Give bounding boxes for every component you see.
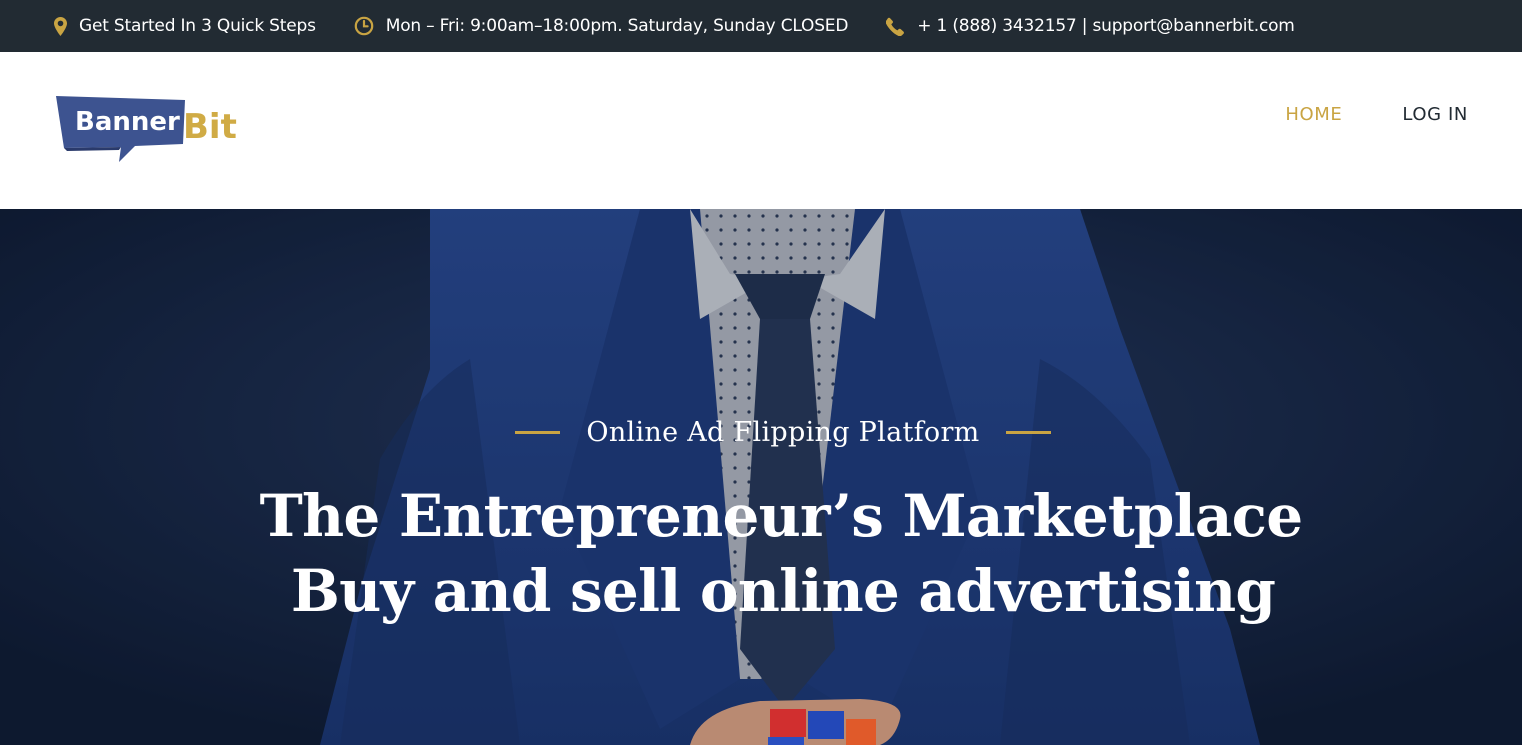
hours-info: Mon – Fri: 9:00am–18:00pm. Saturday, Sun… — [354, 16, 849, 36]
hero-eyebrow-text: Online Ad Flipping Platform — [586, 417, 980, 448]
nav-home-link[interactable]: HOME — [1285, 104, 1342, 125]
hero-headline-line-2: Buy and sell online advertising — [290, 557, 1276, 625]
map-pin-icon — [54, 16, 67, 36]
bannerbit-logo[interactable]: Banner Bit — [55, 96, 240, 164]
hero-section: Online Ad Flipping Platform The Entrepre… — [0, 209, 1522, 745]
top-info-bar: Get Started In 3 Quick Steps Mon – Fri: … — [0, 0, 1522, 52]
eyebrow-rule-left — [515, 431, 561, 434]
logo-word-bit: Bit — [183, 107, 237, 147]
contact-info[interactable]: + 1 (888) 3432157 | support@bannerbit.co… — [886, 16, 1295, 36]
clock-icon — [354, 16, 374, 36]
phone-icon — [886, 17, 905, 36]
logo-word-banner: Banner — [75, 107, 180, 137]
quick-steps-info[interactable]: Get Started In 3 Quick Steps — [54, 16, 316, 36]
hours-text: Mon – Fri: 9:00am–18:00pm. Saturday, Sun… — [385, 16, 849, 36]
hero-eyebrow: Online Ad Flipping Platform — [0, 417, 1522, 448]
quick-steps-text: Get Started In 3 Quick Steps — [79, 16, 316, 36]
main-nav: HOME LOG IN — [1225, 104, 1468, 125]
hero-background-image — [0, 209, 1522, 745]
nav-login-link[interactable]: LOG IN — [1402, 104, 1468, 125]
eyebrow-rule-right — [1005, 431, 1051, 434]
site-header: Banner Bit HOME LOG IN — [0, 52, 1522, 209]
contact-text: + 1 (888) 3432157 | support@bannerbit.co… — [917, 16, 1295, 36]
hero-headline-line-1: The Entrepreneur’s Marketplace — [259, 482, 1303, 550]
